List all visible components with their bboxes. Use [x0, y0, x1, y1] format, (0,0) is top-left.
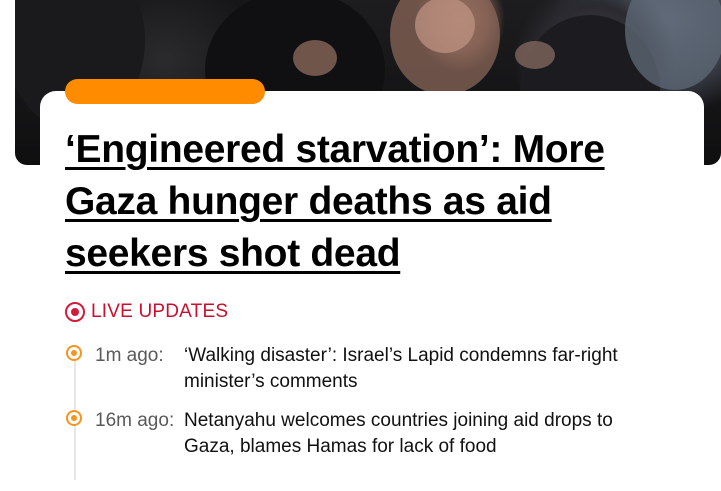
- category-pill: [65, 79, 265, 104]
- live-updates-text: LIVE UPDATES: [91, 301, 229, 322]
- update-time: 16m ago:: [95, 410, 175, 431]
- update-text[interactable]: ‘Walking disaster’: Israel’s Lapid conde…: [184, 343, 654, 395]
- article-headline[interactable]: ‘Engineered starvation’: More Gaza hunge…: [65, 124, 665, 280]
- live-update-item[interactable]: 1m ago: ‘Walking disaster’: Israel’s Lap…: [66, 343, 686, 395]
- update-text[interactable]: Netanyahu welcomes countries joining aid…: [184, 408, 654, 460]
- live-icon: [65, 302, 85, 322]
- timeline-dot-icon: [66, 345, 82, 361]
- timeline-dot-icon: [66, 410, 82, 426]
- live-update-item[interactable]: 16m ago: Netanyahu welcomes countries jo…: [66, 408, 686, 460]
- update-time: 1m ago:: [95, 345, 164, 366]
- live-updates-label: LIVE UPDATES: [65, 300, 228, 324]
